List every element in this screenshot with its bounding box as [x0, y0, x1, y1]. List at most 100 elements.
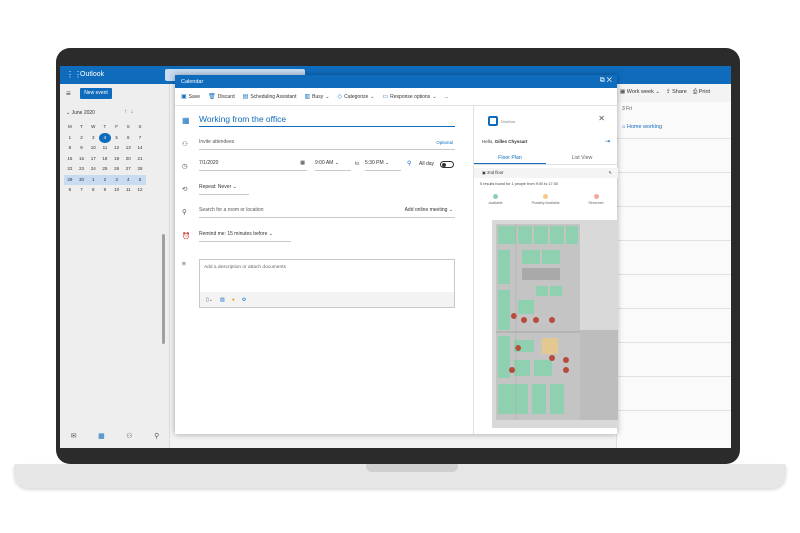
optional-link[interactable]: Optional [436, 140, 453, 145]
scheduling-assistant-button[interactable]: ▤ Scheduling Assistant [243, 93, 297, 101]
calendar-day[interactable]: 3 [87, 133, 99, 144]
weekday-label: S [126, 124, 130, 129]
menu-icon[interactable]: ≡ [66, 89, 71, 98]
description-editor[interactable]: Add a description or attach documents ▯⌄… [199, 259, 455, 308]
calendar-day[interactable]: 28 [134, 164, 146, 175]
calendar-day[interactable]: 9 [99, 185, 111, 196]
expand-icon[interactable]: ⧉ [600, 77, 605, 84]
start-date-input[interactable]: 7/1/2020 ▦ [199, 160, 307, 171]
tab-floor-plan[interactable]: Floor Plan [474, 151, 546, 164]
attendees-placeholder: Invite attendees [199, 139, 235, 145]
print-button[interactable]: ⎙ Print [693, 89, 710, 96]
calendar-day[interactable]: 10 [111, 185, 123, 196]
hour-line [617, 376, 731, 377]
logo-icon [488, 116, 498, 126]
sign-out-icon[interactable]: ⇥ [605, 138, 610, 145]
scrollbar[interactable] [162, 234, 165, 344]
floor-selector[interactable]: ▣ 2nd floor ✎ [474, 168, 618, 178]
save-button[interactable]: ▣ Save [181, 93, 200, 101]
response-options-dropdown[interactable]: ▭ Response options ⌄ [382, 93, 436, 101]
calendar-day[interactable]: 20 [122, 154, 134, 165]
discard-button[interactable]: 🗑 Discard [208, 93, 235, 101]
calendar-day[interactable]: 7 [134, 133, 146, 144]
calendar-day[interactable]: 29 [64, 175, 76, 186]
calendar-day[interactable]: 11 [99, 143, 111, 154]
calendar-day[interactable]: 5 [134, 175, 146, 186]
calendar-day[interactable]: 30 [76, 175, 88, 186]
calendar-day[interactable]: 9 [76, 143, 88, 154]
repeat-dropdown[interactable]: Repeat: Never ⌄ [199, 184, 249, 195]
weekday-label: F [115, 124, 118, 129]
calendar-day[interactable]: 13 [122, 143, 134, 154]
close-icon[interactable]: ✕ [607, 77, 612, 84]
calendar-day[interactable]: 4 [99, 132, 111, 143]
location-placeholder: Search for a room or location [199, 207, 264, 213]
calendar-day[interactable]: 12 [134, 185, 146, 196]
calendar-day[interactable]: 17 [87, 154, 99, 165]
calendar-day[interactable]: 11 [122, 185, 134, 196]
calendar-day[interactable]: 19 [111, 154, 123, 165]
categorize-dropdown[interactable]: ◇ Categorize ⌄ [337, 93, 374, 101]
calendar-day[interactable]: 4 [122, 175, 134, 186]
calendar-day[interactable]: 3 [111, 175, 123, 186]
calendar-day[interactable]: 22 [64, 164, 76, 175]
calendar-day[interactable]: 1 [64, 133, 76, 144]
attendees-input[interactable]: Invite attendees Optional [199, 139, 455, 150]
timezone-icon[interactable]: ⚲ [407, 160, 411, 167]
calendar-day[interactable]: 7 [76, 185, 88, 196]
new-event-button[interactable]: New event [80, 88, 112, 99]
share-button[interactable]: ⇪ Share [666, 89, 687, 95]
calendar-week: 15 16 17 18 19 20 21 [64, 154, 146, 165]
attach-icon[interactable]: ⚲ [154, 432, 159, 440]
people-icon[interactable]: ⚇ [126, 432, 132, 440]
image-icon[interactable]: ▨ [220, 297, 225, 303]
calendar-day[interactable]: 26 [111, 164, 123, 175]
start-time-input[interactable]: 9:00 AM ⌄ [315, 160, 351, 171]
calendar-day[interactable]: 12 [111, 143, 123, 154]
end-time-input[interactable]: 5:30 PM ⌄ [365, 160, 401, 171]
calendar-day[interactable]: 2 [99, 175, 111, 186]
desk-available [532, 384, 546, 414]
floor-plan[interactable] [492, 220, 618, 428]
calendar-day[interactable]: 14 [134, 143, 146, 154]
calendar-day[interactable]: 10 [87, 143, 99, 154]
calendar-day[interactable]: 6 [64, 185, 76, 196]
calendar-day[interactable]: 8 [87, 185, 99, 196]
calendar-day[interactable]: 24 [87, 164, 99, 175]
busy-dropdown[interactable]: ▥ Busy ⌄ [304, 93, 329, 101]
calendar-day[interactable]: 27 [122, 164, 134, 175]
event-title-input[interactable]: Working from the office [199, 114, 455, 127]
all-day-toggle[interactable] [440, 161, 454, 168]
mini-calendar-month[interactable]: ⌄ June 2020 [66, 110, 95, 116]
calendar-icon[interactable]: ▦ [98, 432, 105, 440]
calendar-day[interactable]: 23 [76, 164, 88, 175]
event-form: ▦ Working from the office ⚇ Invite atten… [175, 106, 473, 434]
calendar-day[interactable]: 16 [76, 154, 88, 165]
view-selector[interactable]: ▦ Work week ⌄ [620, 89, 660, 95]
emoji-icon[interactable]: ● [232, 297, 235, 303]
tab-list-view[interactable]: List View [546, 151, 618, 164]
calendar-day[interactable]: 15 [64, 154, 76, 165]
calendar-week: 6 7 8 9 10 11 12 [64, 185, 146, 196]
home-working-event[interactable]: ⌂ Home working [622, 124, 662, 130]
calendar-day[interactable]: 2 [76, 133, 88, 144]
calendar-day[interactable]: 1 [87, 175, 99, 186]
desk-available [566, 226, 578, 244]
edit-icon[interactable]: ✎ [608, 168, 612, 178]
apps-icon[interactable]: ⚙ [242, 297, 246, 303]
more-button[interactable]: ... [444, 94, 448, 100]
attach-dropdown-icon[interactable]: ▯⌄ [206, 297, 213, 303]
date-picker-icon[interactable]: ▦ [300, 160, 305, 166]
calendar-day[interactable]: 8 [64, 143, 76, 154]
calendar-day[interactable]: 25 [99, 164, 111, 175]
calendar-day[interactable]: 6 [122, 133, 134, 144]
month-nav[interactable]: ↑ ↓ [124, 109, 133, 115]
calendar-day[interactable]: 21 [134, 154, 146, 165]
location-input[interactable]: Search for a room or location Add online… [199, 207, 455, 218]
panel-close-icon[interactable]: ✕ [598, 114, 605, 123]
mail-icon[interactable]: ✉ [71, 432, 77, 440]
calendar-day[interactable]: 5 [111, 133, 123, 144]
calendar-day[interactable]: 18 [99, 154, 111, 165]
online-meeting-dropdown[interactable]: Add online meeting ⌄ [405, 207, 453, 213]
reminder-dropdown[interactable]: Remind me: 15 minutes before ⌄ [199, 231, 291, 242]
